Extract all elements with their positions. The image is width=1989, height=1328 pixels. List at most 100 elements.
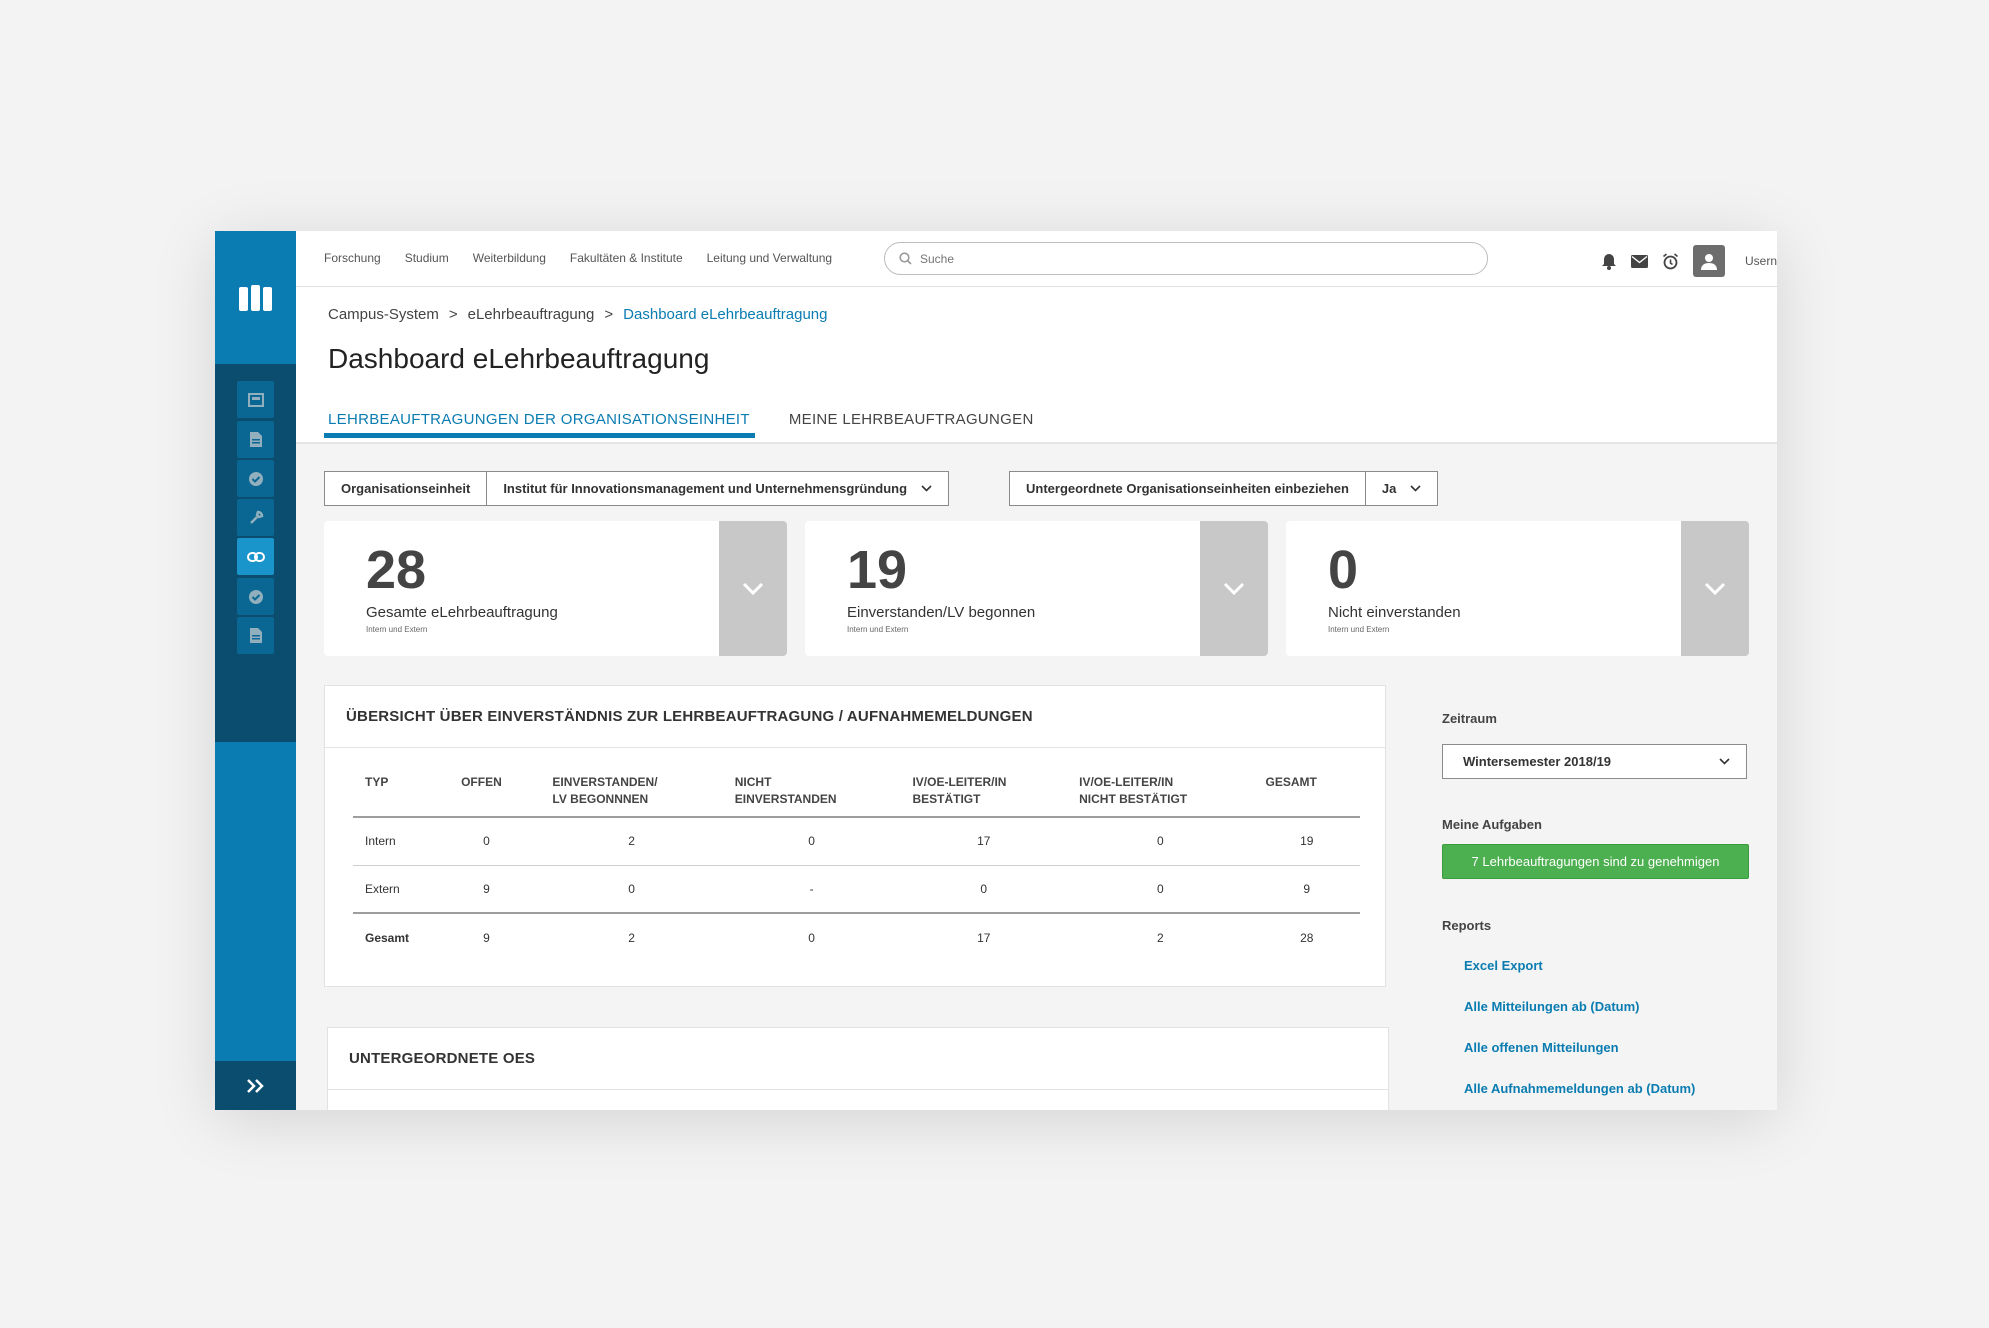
reports-label: Reports: [1442, 918, 1492, 933]
sidebar-item-links[interactable]: [237, 538, 274, 575]
user-icon: [1701, 253, 1717, 270]
org-unit-label: Organisationseinheit: [325, 472, 488, 505]
table-cell: Intern: [353, 817, 450, 866]
username[interactable]: Username: [1745, 254, 1777, 268]
stat-expand-button[interactable]: [719, 521, 787, 656]
column-header: NICHT EINVERSTANDEN: [722, 774, 901, 818]
id-card-icon: [247, 392, 264, 407]
stat-label: Gesamte eLehrbeauftragung: [366, 604, 558, 621]
report-link-excel[interactable]: Excel Export: [1464, 958, 1543, 973]
top-navigation: Forschung Studium Weiterbildung Fakultät…: [324, 251, 832, 265]
page-header: Campus-System > eLehrbeauftragung > Dash…: [296, 287, 1777, 444]
org-unit-filter[interactable]: Organisationseinheit Institut für Innova…: [324, 471, 950, 506]
table-cell: 19: [1253, 817, 1360, 866]
sidebar: [215, 231, 296, 1110]
table-cell: 17: [900, 912, 1068, 961]
sidebar-item-approvals[interactable]: [237, 460, 274, 497]
sidebar-item-tools[interactable]: [237, 499, 274, 536]
column-header: IV/OE-LEITER/IN NICHT BESTÄTIGT: [1067, 774, 1254, 818]
org-unit-select[interactable]: Institut für Innovationsmanagement und U…: [487, 472, 948, 505]
table-cell: 2: [540, 912, 723, 961]
nav-link-weiterbildung[interactable]: Weiterbildung: [473, 251, 546, 265]
check-circle-icon: [248, 589, 263, 604]
table-row: Intern 0 2 0 17 0 19: [353, 817, 1360, 866]
stat-sublabel: Intern und Extern: [847, 625, 909, 634]
top-bar: Forschung Studium Weiterbildung Fakultät…: [296, 231, 1777, 287]
stat-card-agreed: 19 Einverstanden/LV begonnen Intern und …: [805, 521, 1268, 656]
table-cell: 0: [722, 912, 901, 961]
chevron-down-icon: [1719, 758, 1730, 765]
table-cell: 9: [449, 865, 541, 914]
tab-meine[interactable]: MEINE LEHRBEAUFTRAGUNGEN: [785, 405, 1039, 438]
table-cell: 28: [1253, 912, 1360, 961]
sidebar-item-reports[interactable]: [237, 617, 274, 654]
search-box: [884, 242, 1488, 275]
sidebar-item-documents[interactable]: [237, 421, 274, 458]
stat-value: 28: [366, 540, 427, 600]
sub-units-select[interactable]: Ja: [1366, 472, 1437, 505]
stat-card-total: 28 Gesamte eLehrbeauftragung Intern und …: [324, 521, 787, 656]
zeitraum-value: Wintersemester 2018/19: [1463, 754, 1612, 769]
logo-icon: [238, 284, 272, 311]
nav-link-leitung[interactable]: Leitung und Verwaltung: [707, 251, 832, 265]
nav-link-forschung[interactable]: Forschung: [324, 251, 381, 265]
table-cell: -: [722, 865, 901, 914]
overview-table: TYP OFFEN EINVERSTANDEN/LV BEGONNNEN NIC…: [353, 774, 1360, 961]
stat-value: 19: [847, 540, 908, 600]
chevron-down-icon: [921, 485, 932, 492]
breadcrumb-item[interactable]: eLehrbeauftragung: [468, 306, 595, 323]
content: Campus-System > eLehrbeauftragung > Dash…: [296, 287, 1777, 1110]
page-title: Dashboard eLehrbeauftragung: [328, 343, 710, 374]
stat-expand-button[interactable]: [1200, 521, 1268, 656]
table-cell: 2: [1067, 912, 1254, 961]
sub-units-value: Ja: [1381, 481, 1397, 496]
table-cell: 0: [1067, 817, 1254, 866]
table-cell: 2: [540, 817, 723, 866]
org-unit-value: Institut für Innovationsmanagement und U…: [503, 481, 908, 496]
sub-oes-panel: UNTERGEORDNETE OES: [327, 1027, 1389, 1110]
sub-oes-title: UNTERGEORDNETE OES: [328, 1028, 1388, 1090]
document-icon: [249, 432, 262, 447]
tab-bar: LEHRBEAUFTRAGUNGEN DER ORGANISATIONSEINH…: [324, 405, 1069, 438]
report-link-mitteilungen[interactable]: Alle Mitteilungen ab (Datum): [1464, 999, 1640, 1014]
alarm-icon[interactable]: [1662, 252, 1679, 270]
sidebar-expand-button[interactable]: [215, 1061, 296, 1110]
search-icon: [899, 252, 912, 265]
table-cell: 0: [1067, 865, 1254, 914]
nav-link-fakultaeten[interactable]: Fakultäten & Institute: [570, 251, 683, 265]
table-cell: 9: [449, 912, 541, 961]
bell-icon[interactable]: [1601, 253, 1617, 270]
approve-tasks-button[interactable]: 7 Lehrbeauftragungen sind zu genehmigen: [1442, 844, 1749, 879]
breadcrumb-current[interactable]: Dashboard eLehrbeauftragung: [623, 306, 827, 323]
expand-icon: [246, 1078, 264, 1093]
report-link-aufnahme[interactable]: Alle Aufnahmemeldungen ab (Datum): [1464, 1081, 1695, 1096]
breadcrumb-item[interactable]: Campus-System: [328, 306, 439, 323]
column-header: TYP: [353, 774, 450, 818]
table-row: Extern 9 0 - 0 0 9: [353, 865, 1360, 914]
check-circle-icon: [248, 471, 263, 486]
chevron-down-icon: [1223, 582, 1245, 595]
stat-card-not-agreed: 0 Nicht einverstanden Intern und Extern: [1286, 521, 1749, 656]
table-cell: 0: [900, 865, 1068, 914]
report-link-offene[interactable]: Alle offenen Mitteilungen: [1464, 1040, 1619, 1055]
app-window: Forschung Studium Weiterbildung Fakultät…: [215, 231, 1777, 1110]
zeitraum-select[interactable]: Wintersemester 2018/19: [1442, 744, 1747, 779]
table-cell: 9: [1253, 865, 1360, 914]
chevron-down-icon: [742, 582, 764, 595]
search-input[interactable]: [920, 251, 1440, 266]
sidebar-item-profile[interactable]: [237, 381, 274, 418]
table-cell: 0: [449, 817, 541, 866]
stat-sublabel: Intern und Extern: [1328, 625, 1390, 634]
top-actions: Username: [1601, 245, 1777, 277]
tab-organisationseinheit[interactable]: LEHRBEAUFTRAGUNGEN DER ORGANISATIONSEINH…: [324, 405, 755, 438]
avatar[interactable]: [1693, 245, 1725, 277]
mail-icon[interactable]: [1631, 254, 1648, 268]
sidebar-item-completed[interactable]: [237, 578, 274, 615]
logo[interactable]: [215, 231, 296, 364]
nav-link-studium[interactable]: Studium: [405, 251, 449, 265]
sub-units-filter[interactable]: Untergeordnete Organisationseinheiten ei…: [1009, 471, 1439, 506]
chevron-down-icon: [1410, 485, 1421, 492]
chevron-down-icon: [1704, 582, 1726, 595]
page-body: Organisationseinheit Institut für Innova…: [296, 444, 1777, 1110]
stat-expand-button[interactable]: [1681, 521, 1749, 656]
